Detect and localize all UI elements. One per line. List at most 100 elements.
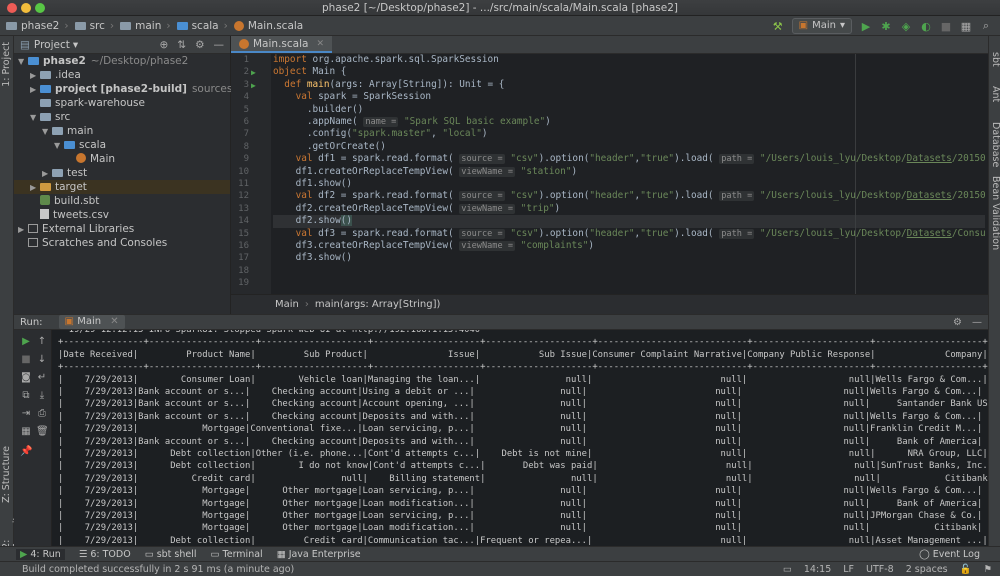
- tree-item[interactable]: ▼ main: [14, 124, 230, 138]
- scroll-to-end-icon[interactable]: ⤓: [36, 390, 48, 402]
- console-line: | 7/29/2013| Mortgage| Other mortgage|Lo…: [58, 498, 988, 509]
- tab-terminal[interactable]: ▭ Terminal: [211, 549, 263, 560]
- collapse-all-icon[interactable]: ⇅: [177, 39, 186, 51]
- collapsed-arrow-icon[interactable]: ▶: [42, 167, 52, 181]
- ant-tool-button[interactable]: Ant: [990, 86, 1000, 102]
- lock-icon[interactable]: 🔓: [960, 564, 972, 575]
- down-arrow-icon[interactable]: ↓: [36, 354, 48, 366]
- pin-icon[interactable]: 📌: [20, 446, 32, 458]
- rerun-icon[interactable]: ▶: [20, 336, 32, 348]
- sbt-tool-button[interactable]: sbt: [990, 52, 1000, 67]
- build-hammer-icon[interactable]: ⚒: [772, 20, 784, 33]
- tree-item[interactable]: tweets.csv: [14, 208, 230, 222]
- breadcrumb-method[interactable]: main(args: Array[String]): [315, 299, 441, 310]
- console-output[interactable]: 19/29 12:12:15 INFO SparkUI: Stopped Spa…: [54, 330, 988, 546]
- run-tab-main[interactable]: ▣ Main ✕: [58, 315, 125, 329]
- console-line: | 7/29/2013| Debt collection|Other (i.e.…: [58, 449, 988, 459]
- csv-file-icon: [40, 209, 49, 219]
- minimize-window-button[interactable]: [21, 3, 31, 13]
- restore-layout-icon[interactable]: ⧉: [20, 390, 32, 402]
- window-title: phase2 [~/Desktop/phase2] - .../src/main…: [322, 2, 678, 14]
- camera-icon[interactable]: ◙: [20, 372, 32, 384]
- structure-tool-button[interactable]: Z: Structure: [1, 446, 12, 503]
- tab-main-scala[interactable]: Main.scala ✕: [231, 36, 332, 53]
- tab-java-enterprise[interactable]: ▦ Java Enterprise: [277, 549, 361, 560]
- coverage-icon[interactable]: ◈: [900, 20, 912, 33]
- crumb-main[interactable]: main ›: [120, 20, 171, 32]
- search-icon[interactable]: ⌕: [980, 19, 992, 32]
- tab-run[interactable]: ▶ 4: Run: [16, 548, 65, 560]
- soft-wrap-icon[interactable]: ↵: [36, 372, 48, 384]
- zoom-window-button[interactable]: [35, 3, 45, 13]
- git-icon[interactable]: ⚑: [983, 564, 992, 575]
- caret-position[interactable]: 14:15: [804, 564, 831, 575]
- bean-validation-tool-button[interactable]: Bean Validation: [990, 176, 1000, 250]
- event-log-button[interactable]: ◯ Event Log: [919, 549, 1000, 560]
- code-line: df3.createOrReplaceTempView( viewName = …: [273, 240, 595, 251]
- tree-item[interactable]: ▼ scala: [14, 138, 230, 152]
- editor-tabs: Main.scala ✕: [231, 36, 988, 54]
- run-configuration-select[interactable]: ▣ Main ▾: [791, 18, 852, 34]
- locate-icon[interactable]: ⊕: [159, 39, 168, 51]
- tree-item[interactable]: ▶ target: [14, 180, 230, 194]
- gear-icon[interactable]: ⚙: [953, 317, 962, 328]
- crumb-main-scala[interactable]: Main.scala: [233, 20, 303, 32]
- navigation-bar: phase2 › src › main › scala › Main.scala ⚒ ▣…: [0, 16, 1000, 36]
- export-icon[interactable]: ⇥: [20, 408, 32, 420]
- indent-setting[interactable]: 2 spaces: [906, 564, 948, 575]
- tree-item[interactable]: Main: [14, 152, 230, 166]
- tree-item[interactable]: spark-warehouse: [14, 96, 230, 110]
- status-message[interactable]: Build completed successfully in 2 s 91 m…: [22, 564, 294, 575]
- stop-icon[interactable]: ■: [20, 354, 32, 366]
- tree-item[interactable]: ▶ External Libraries: [14, 222, 230, 236]
- profile-icon[interactable]: ◐: [920, 20, 932, 33]
- tab-sbt-shell[interactable]: ▭ sbt shell: [145, 549, 197, 560]
- crumb-scala[interactable]: scala ›: [176, 20, 228, 32]
- debug-icon[interactable]: ✱: [880, 20, 892, 33]
- print-icon[interactable]: ⎙: [36, 408, 48, 420]
- tree-item-label: spark-warehouse: [55, 97, 145, 109]
- code-line: val df1 = spark.read.format( source = "c…: [295, 153, 985, 165]
- stop-icon[interactable]: ■: [940, 20, 952, 33]
- editor-breadcrumb: Main › main(args: Array[String]): [231, 294, 988, 314]
- tree-item-hint: ~/Desktop/phase2: [90, 55, 189, 67]
- breadcrumb-object[interactable]: Main: [275, 299, 299, 310]
- project-tool-button[interactable]: 1: Project: [1, 42, 12, 87]
- expanded-arrow-icon[interactable]: ▼: [54, 139, 64, 153]
- up-arrow-icon[interactable]: ↑: [36, 336, 48, 348]
- tree-item[interactable]: Scratches and Consoles: [14, 236, 230, 250]
- trash-icon[interactable]: 🗑: [36, 426, 49, 438]
- close-icon[interactable]: ✕: [110, 316, 118, 327]
- tree-item[interactable]: ▶ test: [14, 166, 230, 180]
- crumb-project[interactable]: phase2 ›: [6, 20, 69, 32]
- project-structure-icon[interactable]: ▦: [960, 20, 972, 33]
- expanded-arrow-icon[interactable]: ▼: [42, 125, 52, 139]
- tree-item[interactable]: ▶ project [phase2-build] sources root: [14, 82, 257, 97]
- gutter-run-icon[interactable]: ▶: [251, 81, 256, 90]
- project-view-select[interactable]: Project: [34, 39, 70, 51]
- hide-icon[interactable]: —: [972, 317, 982, 328]
- gear-icon[interactable]: ⚙: [195, 39, 204, 51]
- file-encoding[interactable]: UTF-8: [866, 564, 894, 575]
- tree-item[interactable]: ▶ .idea: [14, 68, 230, 82]
- collapsed-arrow-icon[interactable]: ▶: [30, 69, 40, 83]
- line-separator[interactable]: LF: [843, 564, 854, 575]
- layout-icon[interactable]: ▦: [20, 426, 32, 438]
- expanded-arrow-icon[interactable]: ▼: [18, 55, 28, 69]
- database-tool-button[interactable]: Database: [990, 122, 1000, 167]
- tree-item[interactable]: ▼ src: [14, 110, 230, 124]
- gutter-run-icon[interactable]: ▶: [251, 68, 256, 77]
- expanded-arrow-icon[interactable]: ▼: [30, 111, 40, 125]
- run-icon[interactable]: ▶: [860, 20, 872, 33]
- close-window-button[interactable]: [7, 3, 17, 13]
- tree-item[interactable]: build.sbt: [14, 194, 230, 208]
- collapsed-arrow-icon[interactable]: ▶: [30, 181, 40, 195]
- code-editor[interactable]: import org.apache.spark.sql.SparkSession…: [273, 54, 985, 294]
- tab-todo[interactable]: ☰ 6: TODO: [79, 549, 131, 560]
- collapsed-arrow-icon[interactable]: ▶: [30, 83, 40, 97]
- collapsed-arrow-icon[interactable]: ▶: [18, 223, 28, 237]
- close-icon[interactable]: ✕: [316, 39, 324, 49]
- crumb-src[interactable]: src ›: [74, 20, 114, 32]
- hide-icon[interactable]: —: [214, 39, 225, 51]
- tree-item[interactable]: ▼ phase2 ~/Desktop/phase2: [14, 54, 230, 68]
